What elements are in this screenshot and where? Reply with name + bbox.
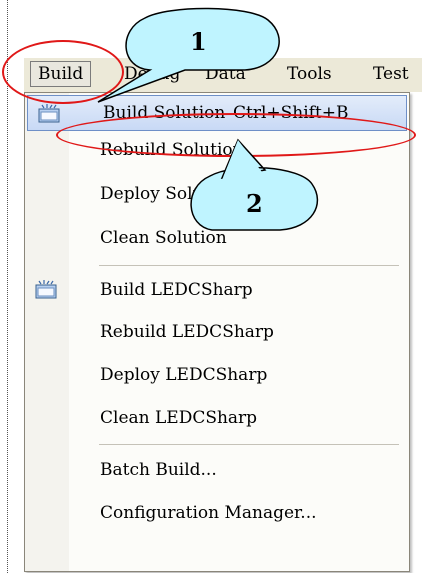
callout-bubbles — [97, 7, 319, 231]
callout-bubble-1 — [97, 7, 280, 103]
callout-number-1: 1 — [190, 27, 207, 56]
callout-number-2: 2 — [246, 189, 263, 218]
